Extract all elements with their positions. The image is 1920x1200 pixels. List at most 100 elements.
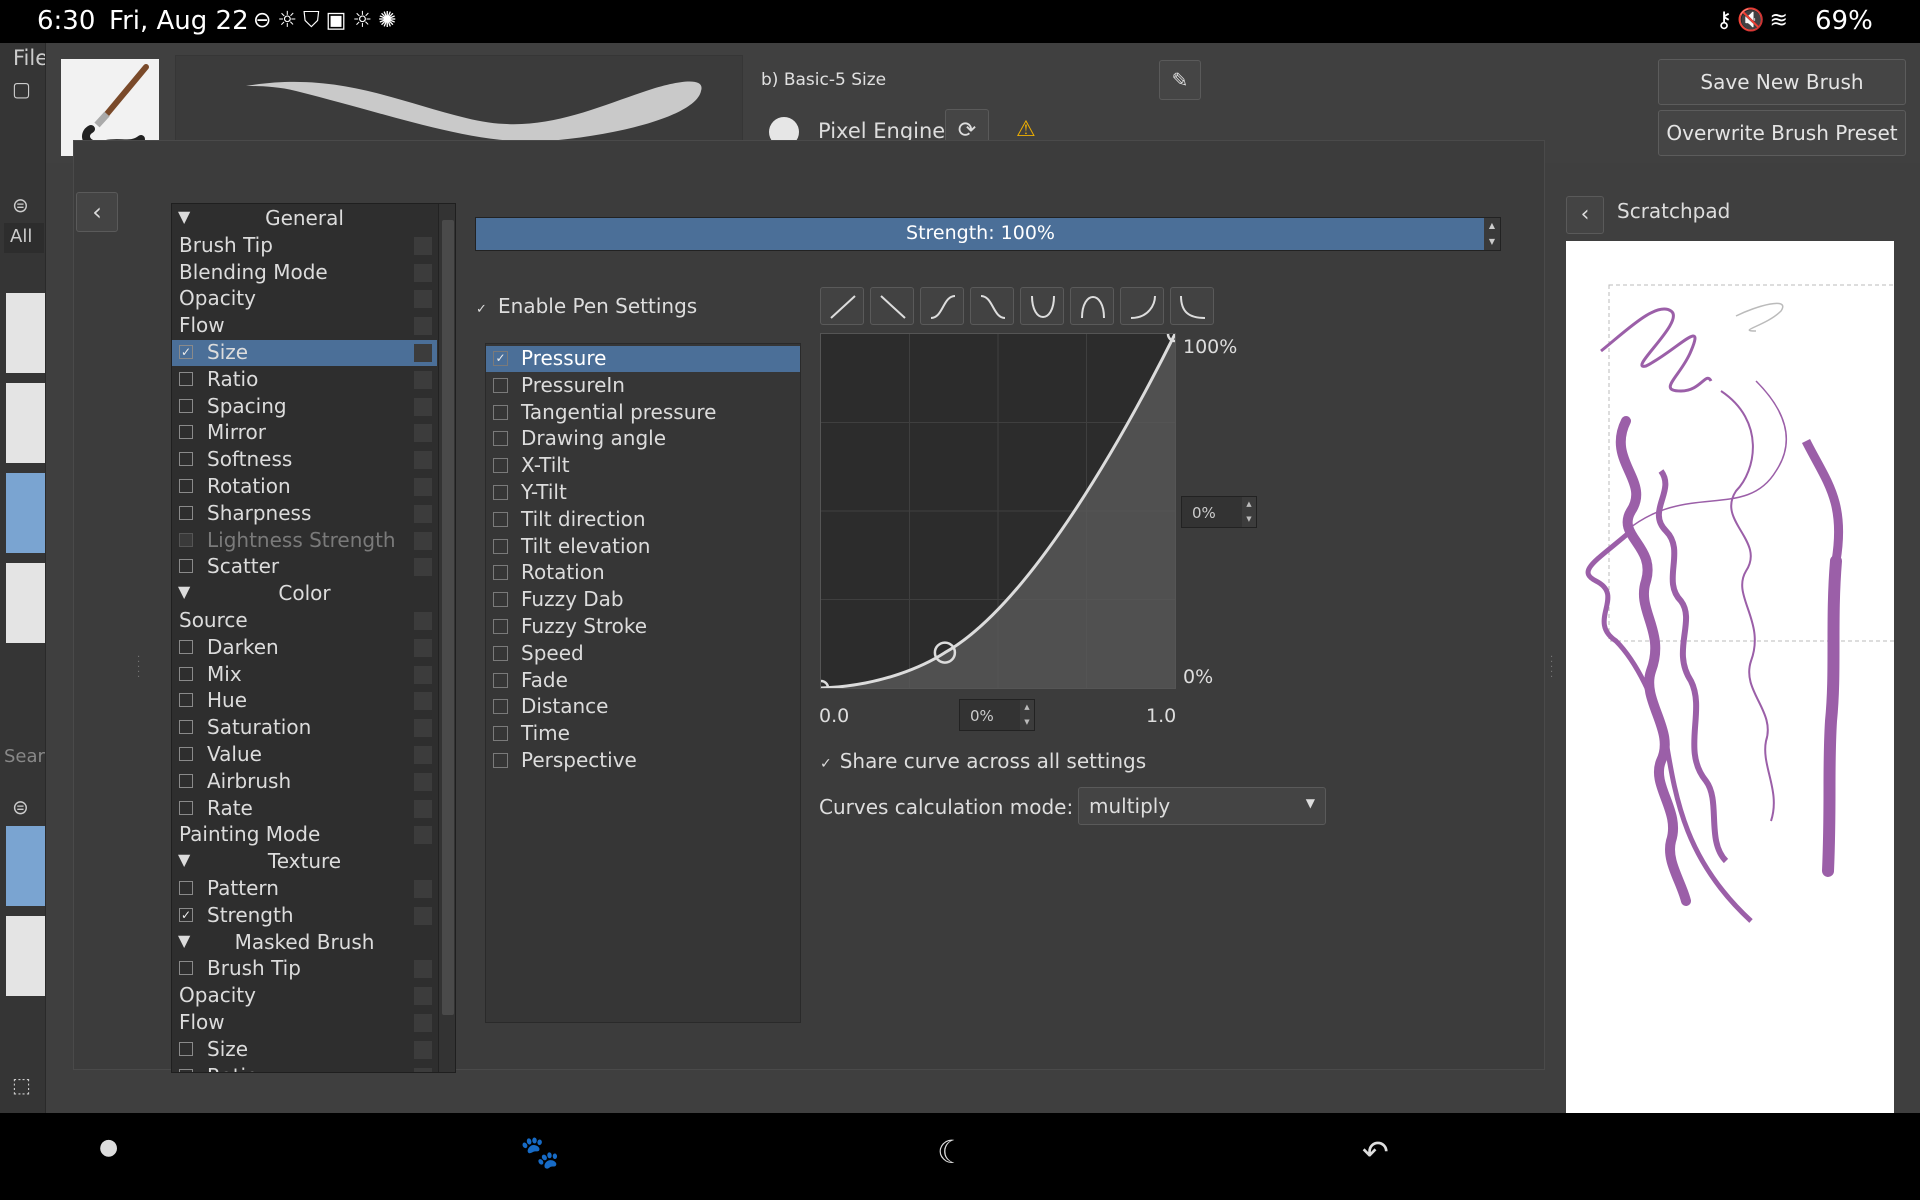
option-lock-icon[interactable]	[414, 237, 432, 255]
options-item[interactable]: Brush Tip	[172, 956, 437, 982]
strength-spin[interactable]: ▲ ▼	[1484, 218, 1500, 250]
option-checkbox[interactable]: ✓	[179, 345, 193, 359]
option-lock-icon[interactable]	[414, 317, 432, 335]
option-lock-icon[interactable]	[414, 478, 432, 496]
option-checkbox[interactable]	[179, 399, 193, 413]
option-lock-icon[interactable]	[414, 826, 432, 844]
options-group[interactable]: ▼ Color	[172, 581, 437, 607]
sensor-item[interactable]: PressureIn	[486, 373, 800, 399]
sensor-item[interactable]: Rotation	[486, 560, 800, 586]
option-checkbox[interactable]	[179, 667, 193, 681]
options-item[interactable]: Painting Mode	[172, 822, 437, 848]
curve-preset-button[interactable]	[1020, 287, 1064, 325]
curve-preset-button[interactable]	[1120, 287, 1164, 325]
options-item[interactable]: Hue	[172, 688, 437, 714]
option-lock-icon[interactable]	[414, 800, 432, 818]
new-document-icon[interactable]: ▢	[12, 77, 31, 101]
sensor-checkbox[interactable]	[493, 431, 508, 446]
options-item[interactable]: Flow	[172, 1010, 437, 1036]
sensor-checkbox[interactable]	[493, 673, 508, 688]
option-checkbox[interactable]	[179, 372, 193, 386]
options-item[interactable]: Spacing	[172, 394, 437, 420]
option-checkbox[interactable]	[179, 533, 193, 547]
options-group[interactable]: ▼ Texture	[172, 849, 437, 875]
cat-bed-icon[interactable]: ☾	[937, 1133, 966, 1171]
cat-back-icon[interactable]: ↶	[1362, 1133, 1389, 1171]
options-item[interactable]: Brush Tip	[172, 233, 437, 259]
sensor-checkbox[interactable]	[493, 646, 508, 661]
option-checkbox[interactable]	[179, 881, 193, 895]
option-lock-icon[interactable]	[414, 1068, 432, 1072]
strength-slider[interactable]: Strength: 100% ▲ ▼	[475, 217, 1501, 251]
enable-pen-settings-checkbox[interactable]: ✓ Enable Pen Settings	[476, 294, 697, 318]
options-group[interactable]: ▼ Masked Brush	[172, 930, 437, 956]
sensor-item[interactable]: Tangential pressure	[486, 400, 800, 426]
overwrite-preset-button[interactable]: Overwrite Brush Preset	[1658, 110, 1906, 156]
options-item[interactable]: ✓ Size	[172, 340, 437, 366]
sensor-item[interactable]: Tilt elevation	[486, 534, 800, 560]
sensor-checkbox[interactable]	[493, 539, 508, 554]
lock-icon[interactable]: ⊜	[12, 193, 29, 217]
menu-file[interactable]: File	[13, 46, 45, 70]
preset-filter-all[interactable]: All	[4, 223, 44, 253]
paw-icon[interactable]: 🐾	[520, 1133, 560, 1171]
edit-preset-name-button[interactable]: ✎	[1159, 60, 1201, 100]
sensor-checkbox[interactable]	[493, 592, 508, 607]
options-group[interactable]: ▼ General	[172, 206, 437, 232]
curve-preset-button[interactable]	[970, 287, 1014, 325]
option-checkbox[interactable]	[179, 961, 193, 975]
sensor-checkbox[interactable]	[493, 565, 508, 580]
options-item[interactable]: Flow	[172, 313, 437, 339]
curve-preset-button[interactable]	[1170, 287, 1214, 325]
option-checkbox[interactable]	[179, 693, 193, 707]
option-lock-icon[interactable]	[414, 639, 432, 657]
lock-icon[interactable]: ⊜	[12, 795, 29, 819]
collapse-presets-button[interactable]: ‹	[76, 192, 118, 232]
share-curve-checkbox[interactable]: ✓ Share curve across all settings	[820, 749, 1146, 773]
scratchpad-canvas[interactable]	[1566, 241, 1894, 1113]
option-lock-icon[interactable]	[414, 451, 432, 469]
options-item[interactable]: Opacity	[172, 983, 437, 1009]
options-item[interactable]: Rate	[172, 796, 437, 822]
curve-preset-button[interactable]	[920, 287, 964, 325]
options-item[interactable]: Sharpness	[172, 501, 437, 527]
sensor-item[interactable]: Fuzzy Dab	[486, 587, 800, 613]
option-checkbox[interactable]	[179, 559, 193, 573]
option-checkbox[interactable]	[179, 506, 193, 520]
sensor-item[interactable]: X-Tilt	[486, 453, 800, 479]
selection-icon[interactable]: ⬚	[12, 1073, 31, 1097]
options-item[interactable]: Airbrush	[172, 769, 437, 795]
preset-thumb-selected[interactable]	[6, 473, 45, 553]
option-checkbox[interactable]	[179, 747, 193, 761]
sensor-checkbox[interactable]	[493, 699, 508, 714]
curve-y-spinbox[interactable]: 0% ▲ ▼	[1181, 496, 1257, 528]
option-checkbox[interactable]	[179, 774, 193, 788]
option-lock-icon[interactable]	[414, 532, 432, 550]
option-lock-icon[interactable]	[414, 987, 432, 1005]
sensor-checkbox[interactable]: ✓	[493, 351, 508, 366]
sensor-checkbox[interactable]	[493, 619, 508, 634]
preset-thumb[interactable]	[6, 563, 45, 643]
options-item[interactable]: ✓ Strength	[172, 903, 437, 929]
save-new-preset-button[interactable]: Save New Brush Preset...	[1658, 59, 1906, 138]
sensor-item[interactable]: Time	[486, 721, 800, 747]
sensor-checkbox[interactable]	[493, 405, 508, 420]
preset-thumb[interactable]	[6, 916, 45, 996]
sensor-checkbox[interactable]	[493, 458, 508, 473]
option-checkbox[interactable]	[179, 640, 193, 654]
options-item[interactable]: Scatter	[172, 554, 437, 580]
option-checkbox[interactable]	[179, 801, 193, 815]
option-lock-icon[interactable]	[414, 558, 432, 576]
sensor-checkbox[interactable]	[493, 726, 508, 741]
spin-arrows[interactable]: ▲ ▼	[1242, 497, 1256, 527]
options-item[interactable]: Saturation	[172, 715, 437, 741]
options-item[interactable]: Ratio	[172, 1064, 437, 1072]
splitter-handle[interactable]: · · · · ·	[1550, 653, 1553, 683]
option-lock-icon[interactable]	[414, 612, 432, 630]
sensor-checkbox[interactable]	[493, 378, 508, 393]
option-lock-icon[interactable]	[414, 746, 432, 764]
option-checkbox[interactable]	[179, 425, 193, 439]
curve-preset-button[interactable]	[820, 287, 864, 325]
sensor-item[interactable]: Tilt direction	[486, 507, 800, 533]
sensor-item[interactable]: Drawing angle	[486, 426, 800, 452]
